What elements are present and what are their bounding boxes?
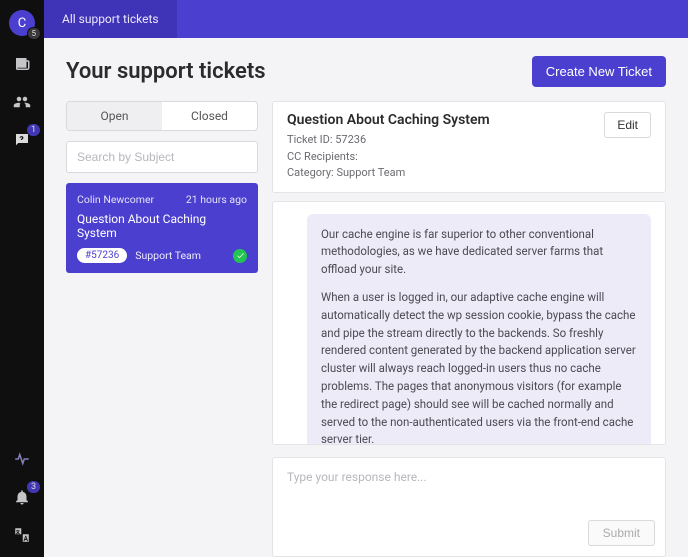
detail-cc: CC Recipients:: [287, 149, 490, 166]
check-icon: [233, 249, 247, 263]
topbar: All support tickets: [44, 0, 688, 38]
bell-badge: 3: [27, 481, 40, 493]
question-icon[interactable]: 1: [12, 130, 32, 150]
edit-button[interactable]: Edit: [604, 112, 651, 138]
tab-closed[interactable]: Closed: [162, 102, 257, 130]
create-ticket-button[interactable]: Create New Ticket: [532, 56, 666, 87]
submit-button[interactable]: Submit: [588, 520, 655, 546]
page-title: Your support tickets: [66, 59, 266, 84]
detail-title: Question About Caching System: [287, 112, 490, 128]
ticket-category: Support Team: [135, 249, 201, 262]
message-thread[interactable]: Our cache engine is far superior to othe…: [272, 201, 666, 446]
ticket-author: Colin Newcomer: [77, 193, 154, 206]
message-line: When a user is logged in, our adaptive c…: [321, 289, 637, 445]
activity-icon[interactable]: [12, 449, 32, 469]
detail-ticket-id: Ticket ID: 57236: [287, 132, 490, 149]
search-box: [66, 141, 258, 173]
compose-box: Submit: [272, 457, 666, 557]
avatar-count-badge: 5: [27, 27, 42, 40]
question-badge: 1: [27, 124, 40, 136]
main-area: All support tickets Your support tickets…: [44, 0, 688, 557]
search-input[interactable]: [67, 142, 257, 172]
ticket-time: 21 hours ago: [186, 193, 247, 206]
header-row: Your support tickets Create New Ticket: [66, 56, 666, 87]
bell-icon[interactable]: 3: [12, 487, 32, 507]
response-input[interactable]: [273, 458, 665, 510]
ticket-title: Question About Caching System: [77, 212, 247, 240]
detail-category: Category: Support Team: [287, 165, 490, 182]
avatar[interactable]: C 5: [9, 10, 35, 36]
panels: Open Closed Colin Newcomer 21 hours ago …: [66, 101, 666, 557]
avatar-letter: C: [18, 16, 26, 31]
news-icon[interactable]: [12, 54, 32, 74]
users-icon[interactable]: [12, 92, 32, 112]
message-bubble: Our cache engine is far superior to othe…: [307, 214, 651, 446]
content: Your support tickets Create New Ticket O…: [44, 38, 688, 557]
ticket-detail-panel: Question About Caching System Ticket ID:…: [272, 101, 666, 557]
translate-icon[interactable]: [12, 525, 32, 545]
detail-header: Question About Caching System Ticket ID:…: [272, 101, 666, 193]
status-tabs: Open Closed: [66, 101, 258, 131]
ticket-card[interactable]: Colin Newcomer 21 hours ago Question Abo…: [66, 183, 258, 273]
tab-open[interactable]: Open: [67, 102, 162, 130]
message-line: Our cache engine is far superior to othe…: [321, 226, 637, 279]
nav-rail: C 5 1 3: [0, 0, 44, 557]
ticket-id-badge: #57236: [77, 248, 127, 263]
ticket-list-panel: Open Closed Colin Newcomer 21 hours ago …: [66, 101, 258, 557]
topbar-tab-all-tickets[interactable]: All support tickets: [44, 0, 177, 38]
